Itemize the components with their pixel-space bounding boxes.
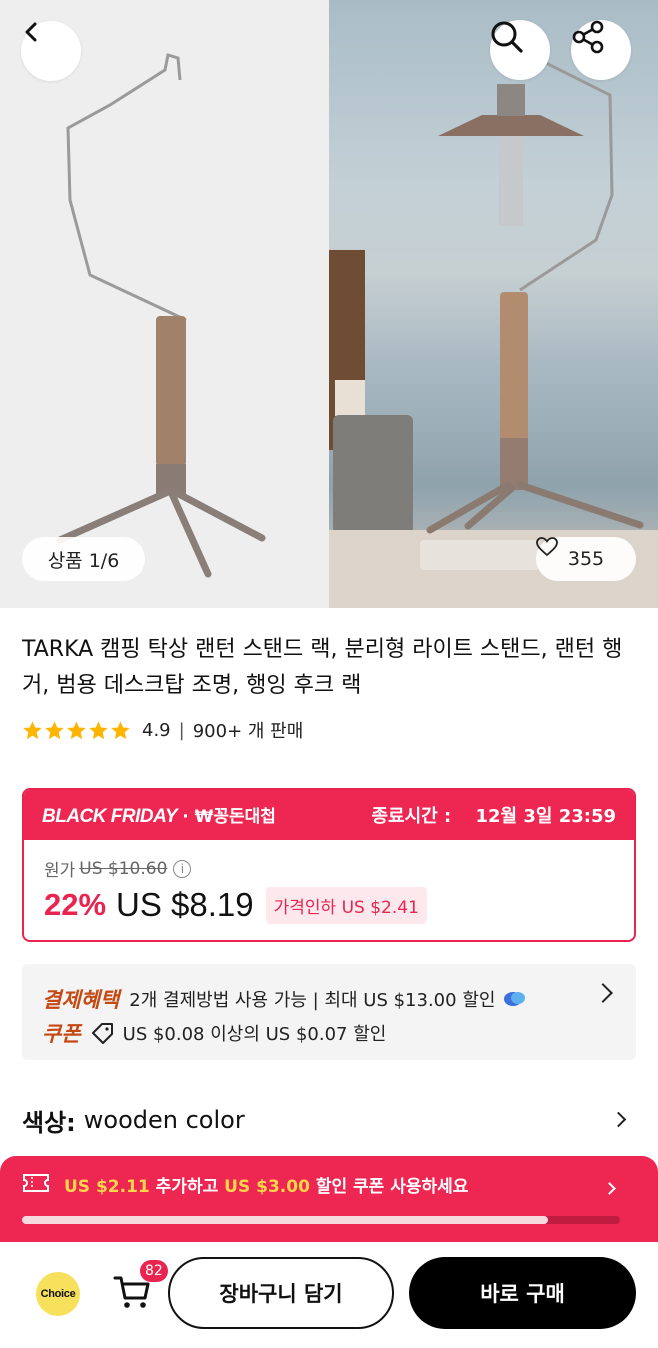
sale-price: US $8.19 (116, 886, 254, 923)
color-selector[interactable]: 색상: wooden color (22, 1100, 636, 1140)
tag-icon (91, 1023, 113, 1044)
chevron-right-icon (603, 1182, 616, 1195)
heart-icon (536, 537, 558, 557)
image-counter-label: 상품 1/6 (47, 549, 120, 572)
sold-count: 900+ 개 판매 (192, 721, 304, 742)
coupon-progress-bar (22, 1216, 620, 1224)
promo-end-label: 종료시간 : (371, 806, 452, 827)
share-button[interactable] (571, 20, 631, 80)
coupon-benefit-tag: 쿠폰 (42, 1022, 81, 1046)
promo-end-time: 종료시간 : 12월 3일 23:59 (371, 802, 616, 828)
coupon-text-part2: 할인 쿠폰 사용하세요 (309, 1177, 469, 1197)
image-counter: 상품 1/6 (22, 537, 145, 581)
original-price-label: 원가 (44, 861, 76, 881)
promo-subtitle: · ₩꽁돈대첩 (182, 807, 276, 827)
rating-divider: | (178, 719, 185, 741)
coupon-banner-text: US $2.11 추가하고 US $3.00 할인 쿠폰 사용하세요 (64, 1172, 468, 1197)
ticket-icon (23, 1174, 49, 1192)
star-rating (22, 720, 132, 741)
coupon-benefit-text: US $0.08 이상의 US $0.07 할인 (122, 1024, 387, 1045)
chevron-left-icon (25, 22, 37, 42)
color-value: wooden color (83, 1106, 245, 1134)
star-icon (23, 720, 42, 739)
add-to-cart-button[interactable]: 장바구니 담기 (168, 1257, 394, 1329)
promo-header: BLACK FRIDAY · ₩꽁돈대첩 종료시간 : 12월 3일 23:59 (24, 790, 634, 840)
chevron-right-icon (593, 983, 613, 1003)
promo-end-value: 12월 3일 23:59 (475, 806, 616, 827)
price-row: 22% US $8.19 가격인하 US $2.41 (44, 886, 427, 924)
lantern-stand-illustration (56, 53, 658, 608)
choice-badge[interactable]: Choice (36, 1272, 80, 1316)
info-icon[interactable]: i (173, 859, 192, 878)
payment-benefit-tag: 결제혜택 (42, 988, 120, 1012)
star-icon (67, 720, 86, 739)
benefits-panel[interactable]: 결제혜택 2개 결제방법 사용 가능 | 최대 US $13.00 할인 쿠폰 … (22, 964, 636, 1060)
search-icon (491, 21, 523, 53)
coupon-progress-fill (22, 1216, 549, 1224)
back-button[interactable] (21, 21, 81, 81)
discount-percent: 22% (44, 887, 107, 922)
star-icon (45, 720, 64, 739)
coupon-discount-amount: US $3.00 (224, 1177, 310, 1197)
chevron-right-icon (610, 1111, 627, 1128)
payment-logo-icon (504, 992, 526, 1006)
product-image-gallery[interactable]: 상품 1/6 355 (0, 0, 658, 608)
rating-row[interactable]: 4.9 | 900+ 개 판매 (22, 716, 303, 744)
coupon-text-part1: 추가하고 (149, 1177, 225, 1197)
buy-now-button[interactable]: 바로 구매 (409, 1257, 636, 1329)
promo-price-box: BLACK FRIDAY · ₩꽁돈대첩 종료시간 : 12월 3일 23:59… (22, 788, 636, 942)
like-count: 355 (567, 548, 605, 570)
product-title: TARKA 캠핑 탁상 랜턴 스탠드 랙, 분리형 라이트 스탠드, 랜턴 행거… (22, 637, 623, 698)
star-icon (89, 720, 108, 739)
payment-benefit-row: 결제혜택 2개 결제방법 사용 가능 | 최대 US $13.00 할인 (42, 984, 527, 1014)
original-price: US $10.60 (79, 858, 168, 879)
rating-value: 4.9 (142, 719, 171, 741)
coupon-progress-banner[interactable]: US $2.11 추가하고 US $3.00 할인 쿠폰 사용하세요 (0, 1156, 658, 1242)
color-label: 색상: (22, 1108, 76, 1137)
price-drop-badge: 가격인하 US $2.41 (265, 886, 427, 924)
promo-brand: BLACK FRIDAY (42, 806, 178, 827)
search-button[interactable] (490, 20, 550, 80)
original-price-row: 원가 US $10.60 i (44, 856, 192, 881)
star-icon (111, 720, 130, 739)
coupon-add-amount: US $2.11 (64, 1177, 150, 1197)
bottom-action-bar: Choice 82 장바구니 담기 바로 구매 (0, 1242, 658, 1348)
payment-benefit-text: 2개 결제방법 사용 가능 | 최대 US $13.00 할인 (129, 990, 496, 1011)
cart-count-badge: 82 (140, 1260, 168, 1282)
wishlist-button[interactable]: 355 (536, 537, 636, 581)
share-icon (572, 20, 604, 54)
coupon-benefit-row: 쿠폰 US $0.08 이상의 US $0.07 할인 (42, 1018, 386, 1048)
